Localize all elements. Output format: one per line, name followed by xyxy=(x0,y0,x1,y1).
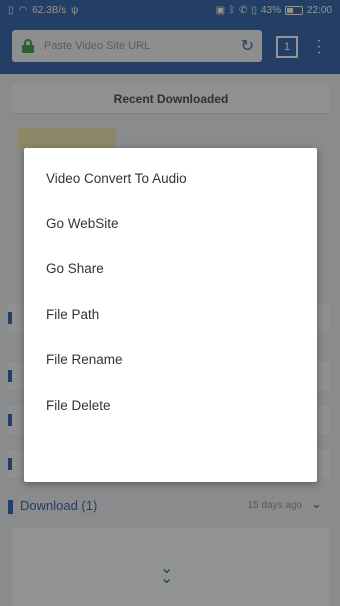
file-options-menu: Video Convert To Audio Go WebSite Go Sha… xyxy=(24,148,317,482)
menu-item-file-delete[interactable]: File Delete xyxy=(24,383,317,428)
menu-item-go-website[interactable]: Go WebSite xyxy=(24,201,317,246)
menu-item-file-path[interactable]: File Path xyxy=(24,292,317,337)
menu-item-video-convert-to-audio[interactable]: Video Convert To Audio xyxy=(24,156,317,201)
menu-item-go-share[interactable]: Go Share xyxy=(24,246,317,291)
menu-item-file-rename[interactable]: File Rename xyxy=(24,337,317,382)
